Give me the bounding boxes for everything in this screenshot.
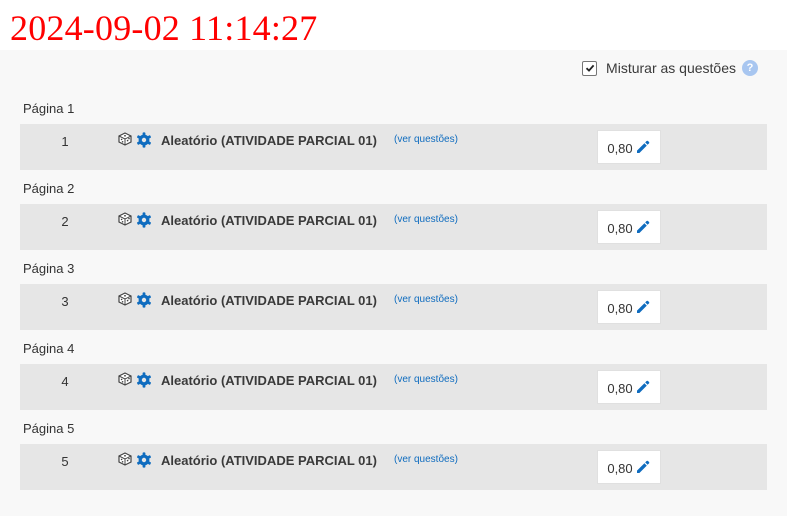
max-mark-value: 0,80 (607, 140, 633, 156)
page-label: Página 4 (23, 341, 75, 356)
max-mark-editor[interactable]: 0,80 (597, 130, 661, 164)
shuffle-label: Misturar as questões (606, 60, 736, 76)
question-name: Aleatório (ATIVIDADE PARCIAL 01) (161, 133, 377, 148)
gear-icon[interactable] (136, 452, 152, 468)
page-label: Página 5 (23, 421, 75, 436)
shuffle-checkbox[interactable] (582, 60, 598, 76)
max-mark-value: 0,80 (607, 300, 633, 316)
slot-number: 4 (61, 374, 69, 389)
question-slot: 1 Aleatório (ATIVIDADE PARCIAL 01) (ver … (20, 124, 767, 170)
slot-number: 5 (61, 454, 69, 469)
max-mark-value: 0,80 (607, 220, 633, 236)
dice-icon (118, 292, 132, 306)
max-mark-editor[interactable]: 0,80 (597, 210, 661, 244)
question-name: Aleatório (ATIVIDADE PARCIAL 01) (161, 373, 377, 388)
question-name: Aleatório (ATIVIDADE PARCIAL 01) (161, 213, 377, 228)
max-mark-value: 0,80 (607, 380, 633, 396)
pencil-icon[interactable] (635, 299, 651, 315)
max-mark-editor[interactable]: 0,80 (597, 450, 661, 484)
view-questions-link[interactable]: (ver questões) (394, 374, 458, 385)
pencil-icon[interactable] (635, 139, 651, 155)
view-questions-link[interactable]: (ver questões) (394, 294, 458, 305)
question-slot: 5 Aleatório (ATIVIDADE PARCIAL 01) (ver … (20, 444, 767, 490)
slot-number: 1 (61, 134, 69, 149)
gear-icon[interactable] (136, 292, 152, 308)
page-label: Página 2 (23, 181, 75, 196)
view-questions-link[interactable]: (ver questões) (394, 454, 458, 465)
question-slot: 2 Aleatório (ATIVIDADE PARCIAL 01) (ver … (20, 204, 767, 250)
dice-icon (118, 452, 132, 466)
view-questions-link[interactable]: (ver questões) (394, 214, 458, 225)
dice-icon (118, 212, 132, 226)
pencil-icon[interactable] (635, 459, 651, 475)
pencil-icon[interactable] (635, 219, 651, 235)
timestamp-overlay: 2024-09-02 11:14:27 (10, 8, 318, 48)
dice-icon (118, 132, 132, 146)
question-name: Aleatório (ATIVIDADE PARCIAL 01) (161, 293, 377, 308)
max-mark-editor[interactable]: 0,80 (597, 370, 661, 404)
question-slot: 3 Aleatório (ATIVIDADE PARCIAL 01) (ver … (20, 284, 767, 330)
page-label: Página 3 (23, 261, 75, 276)
dice-icon (118, 372, 132, 386)
question-circle-icon[interactable]: ? (742, 60, 758, 76)
question-slot: 4 Aleatório (ATIVIDADE PARCIAL 01) (ver … (20, 364, 767, 410)
page-label: Página 1 (23, 101, 75, 116)
max-mark-editor[interactable]: 0,80 (597, 290, 661, 324)
gear-icon[interactable] (136, 132, 152, 148)
gear-icon[interactable] (136, 212, 152, 228)
max-mark-value: 0,80 (607, 460, 633, 476)
gear-icon[interactable] (136, 372, 152, 388)
slot-number: 2 (61, 214, 69, 229)
question-name: Aleatório (ATIVIDADE PARCIAL 01) (161, 453, 377, 468)
view-questions-link[interactable]: (ver questões) (394, 134, 458, 145)
shuffle-questions-control[interactable]: Misturar as questões ? (582, 60, 758, 76)
checkmark-icon (585, 64, 594, 72)
pencil-icon[interactable] (635, 379, 651, 395)
slot-number: 3 (61, 294, 69, 309)
